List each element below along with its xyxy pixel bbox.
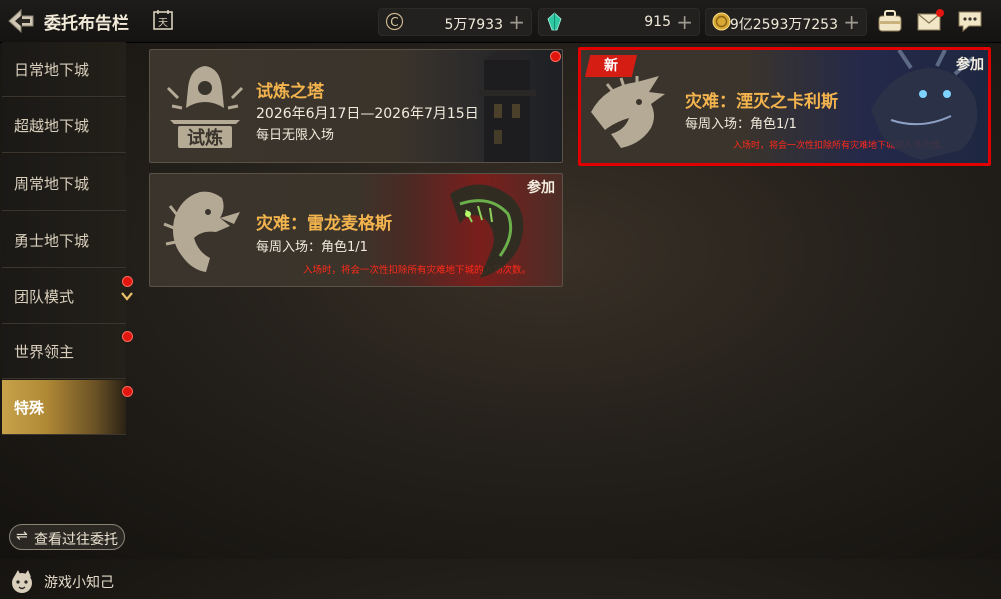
svg-text:试炼: 试炼: [187, 127, 223, 149]
card-title: 试炼之塔: [256, 82, 324, 102]
page-title: 委托布告栏: [44, 14, 129, 34]
bag-icon[interactable]: [876, 8, 904, 34]
card-entry-limit: 每周入场：角色1/1: [685, 117, 797, 132]
coin-currency-icon: [712, 12, 731, 31]
card-title: 灾难：湮灭之卡利斯: [685, 92, 838, 112]
trial-tower-notification-dot: [550, 51, 561, 62]
sidebar-item-label: 团队模式: [14, 288, 75, 306]
dragon-emblem-icon: [163, 191, 240, 272]
sidebar: 日常地下城 超越地下城 周常地下城 勇士地下城 团队模式 世界领主 特殊 ⇌ 查…: [0, 42, 140, 593]
svg-text:天: 天: [158, 18, 168, 29]
chevron-down-icon[interactable]: [120, 290, 134, 302]
commission-card-annihilation[interactable]: 新 灾难：湮灭之卡利斯 每周入场：角色1/1 入场时，将会一次性扣除所有灾难地下…: [578, 47, 991, 166]
sidebar-item-label: 周常地下城: [14, 175, 90, 193]
beast-emblem-icon: [591, 76, 665, 148]
svg-text:C: C: [390, 15, 398, 29]
world-boss-notification-dot: [122, 331, 133, 342]
sidebar-item-label: 勇士地下城: [14, 232, 90, 250]
coin-value: 9亿2593万7253: [729, 17, 838, 33]
gem-currency-icon: [547, 12, 562, 31]
sidebar-item-label: 特殊: [14, 399, 45, 417]
coin-currency: 9亿2593万7253 +: [705, 8, 867, 36]
swap-icon: ⇌: [16, 528, 28, 544]
view-past-commissions-button[interactable]: ⇌ 查看过往委托: [9, 524, 125, 550]
gem-value: 915: [644, 14, 671, 30]
sidebar-item-daily-dungeon[interactable]: 日常地下城: [2, 42, 126, 97]
add-gold-button[interactable]: +: [508, 10, 525, 34]
card-title: 灾难：雷龙麦格斯: [256, 214, 392, 234]
gem-currency: 915 +: [538, 8, 700, 36]
join-button[interactable]: 参加: [956, 54, 984, 74]
tower-emblem-icon: 试炼: [166, 66, 244, 149]
gold-currency: C 5万7933 +: [378, 8, 532, 36]
add-coin-button[interactable]: +: [843, 10, 860, 34]
top-bar: 委托布告栏 天 C 5万7933 + 915 + 9亿2593万7253 +: [0, 0, 1001, 43]
sidebar-item-raid-mode[interactable]: 团队模式: [2, 269, 126, 324]
tower-background-art: [478, 50, 536, 162]
sidebar-item-weekly-dungeon[interactable]: 周常地下城: [2, 156, 126, 211]
sidebar-item-transcend-dungeon[interactable]: 超越地下城: [2, 98, 126, 153]
sidebar-item-label: 超越地下城: [14, 117, 90, 135]
sidebar-item-label: 日常地下城: [14, 61, 90, 79]
commission-card-thunder-dragon[interactable]: 灾难：雷龙麦格斯 每周入场：角色1/1 入场时，将会一次性扣除所有灾难地下城的入…: [149, 173, 563, 287]
calendar-icon[interactable]: 天: [152, 9, 174, 31]
sidebar-item-label: 世界领主: [14, 343, 75, 361]
sidebar-item-world-boss[interactable]: 世界领主: [2, 324, 126, 379]
gold-value: 5万7933: [444, 17, 503, 33]
history-button-label: 查看过往委托: [34, 532, 118, 548]
card-entry-limit: 每周入场：角色1/1: [256, 240, 368, 255]
raid-mode-notification-dot: [122, 276, 133, 287]
back-arrow-icon[interactable]: [6, 7, 36, 35]
gold-currency-icon: C: [385, 12, 404, 31]
sidebar-item-warrior-dungeon[interactable]: 勇士地下城: [2, 213, 126, 268]
sidebar-item-special[interactable]: 特殊: [2, 380, 126, 435]
tips-mascot-icon: [12, 570, 32, 593]
commission-card-trial-tower[interactable]: 试炼 试炼之塔 2026年6月17日—2026年7月15日 每日无限入场: [149, 49, 563, 163]
special-notification-dot: [122, 386, 133, 397]
card-entry-limit: 每日无限入场: [256, 128, 335, 143]
tips-entry[interactable]: 游戏小知己: [8, 569, 114, 599]
chat-icon[interactable]: [956, 8, 984, 34]
join-button[interactable]: 参加: [527, 177, 555, 197]
mail-icon[interactable]: [916, 8, 944, 34]
card-date-range: 2026年6月17日—2026年7月15日: [256, 106, 479, 122]
add-gem-button[interactable]: +: [676, 10, 693, 34]
tips-label: 游戏小知己: [44, 575, 114, 591]
